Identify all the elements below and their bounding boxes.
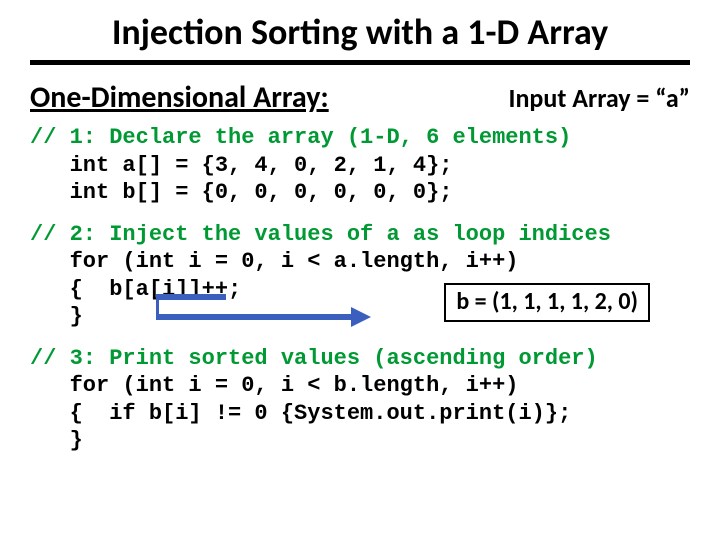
slide: Injection Sorting with a 1-D Array One-D… [0, 0, 720, 489]
comment-1: // 1: Declare the array (1-D, 6 elements… [30, 124, 690, 152]
code-1-line-2: int b[] = {0, 0, 0, 0, 0, 0}; [30, 179, 690, 207]
code-block-3: // 3: Print sorted values (ascending ord… [30, 345, 690, 455]
code-3-line-1: for (int i = 0, i < b.length, i++) [30, 372, 690, 400]
code-block-1: // 1: Declare the array (1-D, 6 elements… [30, 124, 690, 207]
code-block-2: // 2: Inject the values of a as loop ind… [30, 221, 690, 331]
input-array-label: Input Array = “a” [509, 82, 690, 114]
code-3-line-2: { if b[i] != 0 {System.out.print(i)}; [30, 400, 690, 428]
title-rule [30, 60, 690, 65]
annotation-box: b = (1, 1, 1, 1, 2, 0) [444, 283, 650, 322]
comment-2: // 2: Inject the values of a as loop ind… [30, 221, 690, 249]
code-2-line-1: for (int i = 0, i < a.length, i++) [30, 248, 690, 276]
code-1-line-1: int a[] = {3, 4, 0, 2, 1, 4}; [30, 152, 690, 180]
comment-3: // 3: Print sorted values (ascending ord… [30, 345, 690, 373]
code-3-line-3: } [30, 427, 690, 455]
subtitle: One-Dimensional Array: [30, 79, 329, 116]
page-title: Injection Sorting with a 1-D Array [30, 10, 690, 54]
subheading-row: One-Dimensional Array: Input Array = “a” [30, 79, 690, 116]
